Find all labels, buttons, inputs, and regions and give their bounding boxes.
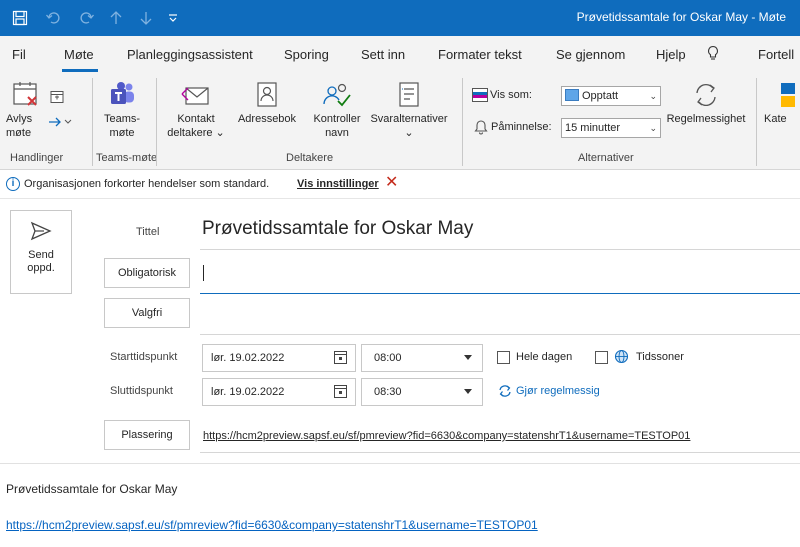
text-cursor (203, 265, 204, 281)
avlys-mote-button[interactable]: Avlys møte (6, 80, 46, 140)
group-label-alternativer: Alternativer (578, 152, 634, 164)
start-date-input[interactable]: lør. 19.02.2022 (202, 344, 356, 372)
ribbon-tabs: Fil Møte Planleggingsassistent Sporing S… (0, 36, 800, 72)
group-label-handlinger: Handlinger (10, 152, 64, 164)
response-options-icon (399, 82, 419, 107)
end-date-input[interactable]: lør. 19.02.2022 (202, 378, 356, 406)
hele-dagen-checkbox[interactable] (497, 351, 510, 364)
teams-mote-button[interactable]: Teams- møte (96, 80, 148, 140)
cancel-meeting-icon (13, 82, 37, 106)
show-as-select[interactable]: Opptatt ⌄ (561, 86, 661, 106)
tab-fortell[interactable]: Fortell (758, 47, 794, 62)
required-attendees-input[interactable] (200, 293, 800, 294)
customize-quick-access-icon[interactable] (166, 8, 180, 28)
show-as-icon (472, 88, 488, 105)
body-link[interactable]: https://hcm2preview.sapsf.eu/sf/pmreview… (6, 518, 538, 532)
reminder-select[interactable]: 15 minutter ⌄ (561, 118, 661, 138)
forward-arrow-icon[interactable] (48, 116, 74, 131)
gjor-regelmessig-link[interactable]: Gjør regelmessig (516, 385, 600, 397)
tab-hjelp[interactable]: Hjelp (656, 47, 686, 62)
chevron-down-icon: ⌄ (649, 91, 657, 101)
end-time-select[interactable]: 08:30 (361, 378, 483, 406)
title-bar: Prøvetidssamtale for Oskar May - Møte (0, 0, 800, 36)
tab-sett-inn[interactable]: Sett inn (361, 47, 405, 62)
tidssoner-label: Tidssoner (636, 351, 684, 363)
chevron-down-icon (464, 389, 472, 394)
hele-dagen-label: Hele dagen (516, 351, 573, 363)
calendar-icon[interactable] (334, 385, 347, 398)
location-underline (200, 452, 800, 453)
info-text: Organisasjonen forkorter hendelser som s… (24, 178, 270, 190)
vis-som-label: Vis som: (490, 89, 532, 101)
busy-swatch (565, 89, 579, 101)
title-input[interactable]: Prøvetidssamtale for Oskar May (202, 218, 473, 240)
adressebok-button[interactable]: Adressebok (232, 80, 302, 126)
ribbon-separator (156, 78, 157, 166)
tab-mote[interactable]: Møte (64, 47, 94, 62)
body-text: Prøvetidssamtale for Oskar May (6, 482, 178, 496)
recurrence-small-icon[interactable] (498, 384, 512, 401)
group-label-teams: Teams-møte (96, 152, 158, 164)
close-icon[interactable]: ✕ (385, 174, 398, 192)
kategori-button[interactable]: Kate (764, 80, 800, 126)
check-names-icon (323, 83, 351, 107)
info-icon: i (6, 177, 20, 191)
teams-icon (111, 82, 134, 104)
envelope-icon (181, 87, 209, 105)
up-arrow-icon[interactable] (108, 8, 124, 28)
tab-fil[interactable]: Fil (12, 47, 26, 62)
recurrence-icon (696, 84, 716, 106)
redo-icon[interactable] (78, 8, 96, 28)
lightbulb-icon[interactable] (706, 45, 720, 64)
tab-formater-tekst[interactable]: Formater tekst (438, 47, 522, 62)
svaralternativer-button[interactable]: Svaralternativer ⌄ (368, 80, 450, 140)
tab-sporing[interactable]: Sporing (284, 47, 329, 62)
paaminnelse-label: Påminnelse: (491, 121, 552, 133)
tidssoner-checkbox[interactable] (595, 351, 608, 364)
kontakt-deltakere-button[interactable]: Kontakt deltakere ⌄ (166, 80, 226, 140)
location-input[interactable]: https://hcm2preview.sapsf.eu/sf/pmreview… (203, 430, 690, 442)
regelmessighet-button[interactable]: Regelmessighet (664, 80, 748, 126)
tab-se-gjennom[interactable]: Se gjennom (556, 47, 625, 62)
down-arrow-icon[interactable] (138, 8, 154, 28)
send-update-button[interactable]: Send oppd. (10, 210, 72, 294)
calendar-small-icon[interactable] (50, 90, 64, 107)
tab-planleggingsassistent[interactable]: Planleggingsassistent (127, 47, 253, 62)
calendar-icon[interactable] (334, 351, 347, 364)
ribbon: Avlys møte Handlinger Teams- møte Teams-… (0, 72, 800, 170)
undo-icon[interactable] (44, 8, 62, 28)
optional-attendees-input[interactable] (200, 334, 800, 335)
window-title: Prøvetidssamtale for Oskar May - Møte (576, 10, 786, 24)
chevron-down-icon (464, 355, 472, 360)
send-icon (30, 221, 52, 241)
ribbon-separator (462, 78, 463, 166)
body-divider (0, 463, 800, 464)
title-underline (200, 249, 800, 250)
info-bar: i Organisasjonen forkorter hendelser som… (0, 171, 800, 199)
starttidspunkt-label: Starttidspunkt (110, 351, 178, 363)
address-book-icon (257, 82, 277, 107)
sluttidspunkt-label: Sluttidspunkt (110, 385, 173, 397)
category-icon (781, 83, 795, 107)
group-label-deltakere: Deltakere (286, 152, 334, 164)
globe-icon (614, 349, 629, 367)
obligatorisk-button[interactable]: Obligatorisk (104, 258, 190, 288)
vis-innstillinger-link[interactable]: Vis innstillinger (297, 178, 379, 190)
valgfri-button[interactable]: Valgfri (104, 298, 190, 328)
plassering-button[interactable]: Plassering (104, 420, 190, 450)
start-time-select[interactable]: 08:00 (361, 344, 483, 372)
kontroller-navn-button[interactable]: Kontroller navn (306, 80, 368, 140)
ribbon-separator (92, 78, 93, 166)
bell-icon (474, 119, 488, 138)
tittel-label: Tittel (136, 226, 160, 238)
chevron-down-icon: ⌄ (649, 123, 657, 133)
ribbon-separator (756, 78, 757, 166)
save-icon[interactable] (10, 8, 30, 28)
